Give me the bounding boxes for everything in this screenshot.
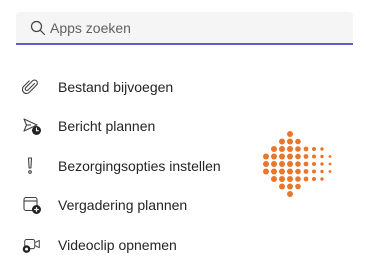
video-clip-icon [22,235,42,255]
arrow-dot [287,138,293,145]
arrow-dot [328,170,332,173]
arrow-dot [279,153,285,160]
exclamation-icon [22,156,42,176]
arrow-dot [287,131,293,137]
arrow-dot [287,176,293,182]
menu-item-label: Bestand bijvoegen [58,78,174,95]
arrow-dot [287,153,293,160]
arrow-dot [303,161,309,167]
arrow-dot [271,161,277,167]
arrow-dot [295,161,301,167]
send-clock-icon [22,116,42,136]
arrow-dot [295,183,301,190]
arrow-dot [287,168,293,175]
arrow-dot [279,146,285,152]
arrow-dot [312,147,316,151]
arrow-dot [320,177,324,181]
menu-item-schedule-message[interactable]: Bericht plannen [0,107,260,147]
menu-item-label: Vergadering plannen [58,197,188,214]
menu-item-schedule-meeting[interactable]: Vergadering plannen [0,186,260,226]
arrow-dot [279,161,285,167]
arrow-dot [263,161,269,167]
menu-item-delivery-options[interactable]: Bezorgingsopties instellen [0,146,260,186]
arrow-dot [303,169,309,174]
arrow-dot [295,146,301,152]
arrow-dot [271,153,277,160]
arrow-dot [287,161,293,167]
menu-item-attach-file[interactable]: Bestand bijvoegen [0,67,260,107]
menu-item-label: Bericht plannen [58,118,156,135]
paperclip-icon [22,77,42,97]
search-input[interactable] [50,19,330,36]
arrow-dot [279,176,285,182]
arrow-dot [312,162,316,166]
app-actions-menu: Bestand bijvoegen Bericht plannen Bezorg… [0,67,260,265]
menu-item-label: Bezorgingsopties instellen [58,157,221,174]
arrow-dot [303,146,309,152]
arrow-dot [279,168,285,175]
arrow-dot [287,146,293,152]
arrow-dot [263,168,269,175]
arrow-dot [303,176,309,182]
arrow-dot [271,176,277,182]
arrow-dot [312,169,316,174]
search-icon [30,20,46,36]
arrow-dot [287,183,293,190]
arrow-dot [328,155,332,158]
arrow-dot [295,176,301,182]
arrow-dot [295,168,301,175]
arrow-dot [271,168,277,175]
arrow-dot [320,154,324,159]
search-box[interactable] [16,12,353,45]
arrow-dot [312,177,316,181]
menu-item-label: Videoclip opnemen [58,236,177,253]
arrow-dot [295,138,301,145]
arrow-dot [271,146,277,152]
arrow-dot [279,183,285,190]
arrow-dot [295,153,301,160]
arrow-dot [287,191,293,197]
arrow-dot [312,154,316,159]
arrow-dot [320,169,324,174]
arrow-dot [320,147,324,151]
arrow-dot [279,138,285,145]
menu-item-record-video-clip[interactable]: Videoclip opnemen [0,225,260,265]
arrow-dot [320,162,324,166]
arrow-dot [263,153,269,160]
arrow-dot [303,154,309,159]
arrow-dot [328,162,332,166]
calendar-add-icon [22,195,42,215]
dotted-arrow-icon [263,131,332,197]
